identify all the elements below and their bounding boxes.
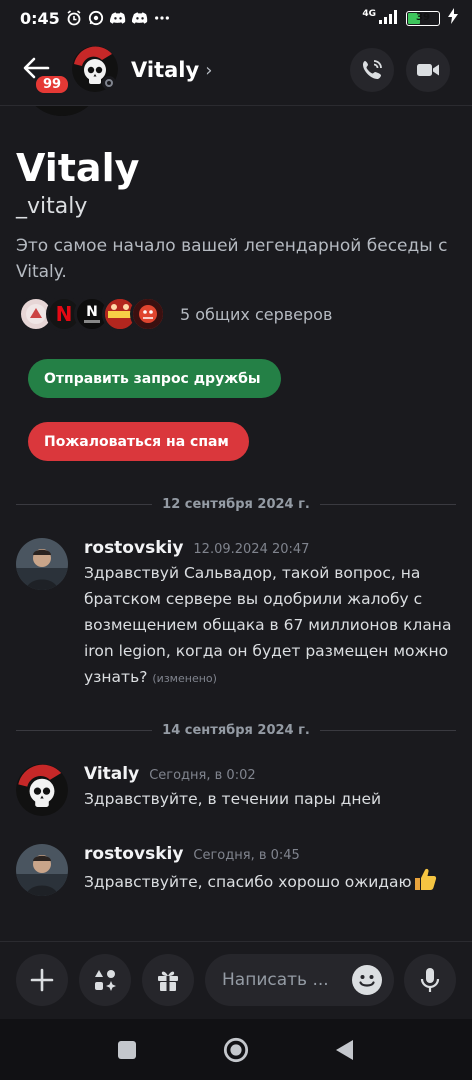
message-text: Здравствуй Сальвадор, такой вопрос, на б… xyxy=(84,560,456,692)
message-input[interactable]: Написать ... xyxy=(205,954,394,1006)
apps-button[interactable] xyxy=(79,954,131,1006)
discord-icon xyxy=(109,10,126,26)
date-divider-text: 12 сентября 2024 г. xyxy=(162,496,310,512)
emoji-icon xyxy=(353,966,381,994)
message-author[interactable]: Vitaly xyxy=(84,764,139,784)
date-divider: 12 сентября 2024 г. xyxy=(16,494,457,514)
status-bar: 0:45 4G 39 xyxy=(0,0,472,36)
message-list[interactable]: Vitaly _vitaly Это самое начало вашей ле… xyxy=(0,106,472,941)
voice-call-icon xyxy=(363,60,382,79)
message-text-content: Здравствуй Сальвадор, такой вопрос, на б… xyxy=(84,564,452,686)
battery-indicator: 39 xyxy=(406,10,440,26)
mutual-servers[interactable]: N N 5 общих серверов xyxy=(18,296,332,332)
battery-level: 39 xyxy=(416,11,430,23)
home-button[interactable] xyxy=(223,1037,249,1063)
thumbs-up-icon xyxy=(412,866,436,890)
whatsapp-icon xyxy=(88,10,104,26)
profile-username: _vitaly xyxy=(16,194,88,219)
profile-display-name: Vitaly xyxy=(16,146,140,190)
status-time: 0:45 xyxy=(20,8,60,28)
message-content: rostovskiy Сегодня, в 0:45 Здравствуйте,… xyxy=(84,844,456,895)
user-photo-avatar-icon xyxy=(16,844,68,896)
header-title[interactable]: Vitaly › xyxy=(131,58,212,82)
recents-square-icon xyxy=(118,1041,136,1059)
apps-icon xyxy=(95,970,116,991)
date-divider-text: 14 сентября 2024 г. xyxy=(162,722,310,738)
message-text: Здравствуйте, спасибо хорошо ожидаю xyxy=(84,866,456,895)
gift-icon xyxy=(158,971,178,991)
status-indicator xyxy=(102,76,116,90)
more-dots-icon xyxy=(154,10,170,26)
user-photo-avatar-icon xyxy=(16,538,68,590)
message-content: rostovskiy 12.09.2024 20:47 Здравствуй С… xyxy=(84,538,456,692)
message-timestamp: 12.09.2024 20:47 xyxy=(193,542,310,557)
report-spam-button[interactable]: Пожаловаться на спам xyxy=(28,422,249,461)
notification-icons xyxy=(66,10,170,26)
message-author[interactable]: rostovskiy xyxy=(84,844,183,864)
message-text: Здравствуйте, в течении пары дней xyxy=(84,790,382,808)
emoji-button[interactable] xyxy=(352,965,382,995)
plus-icon xyxy=(30,968,54,992)
gift-button[interactable] xyxy=(142,954,194,1006)
mutual-servers-label: 5 общих серверов xyxy=(180,304,333,324)
message-timestamp: Сегодня, в 0:45 xyxy=(193,848,300,863)
alarm-icon xyxy=(66,10,82,26)
message-composer: Написать ... xyxy=(0,941,472,1019)
charging-icon xyxy=(448,8,458,28)
message-content: Vitaly Сегодня, в 0:02 Здравствуйте, в т… xyxy=(84,764,456,812)
date-divider: 14 сентября 2024 г. xyxy=(16,720,457,740)
back-nav-button[interactable] xyxy=(331,1037,357,1063)
profile-avatar xyxy=(22,106,102,116)
back-triangle-icon xyxy=(336,1040,353,1060)
signal-icon xyxy=(378,9,398,28)
system-indicators: 4G 39 xyxy=(362,8,458,28)
svg-text:N: N xyxy=(86,304,98,320)
voice-message-button[interactable] xyxy=(404,954,456,1006)
chevron-right-icon: › xyxy=(205,59,213,81)
chat-header: 99 Vitaly › xyxy=(0,36,472,106)
message-input-placeholder: Написать ... xyxy=(222,970,329,990)
avatar[interactable] xyxy=(16,764,68,816)
server-icon[interactable] xyxy=(130,296,166,332)
message-timestamp: Сегодня, в 0:02 xyxy=(149,768,256,783)
message-author[interactable]: rostovskiy xyxy=(84,538,183,558)
microphone-icon xyxy=(420,968,440,992)
video-camera-icon xyxy=(417,64,439,76)
home-circle-icon xyxy=(223,1037,249,1063)
skull-avatar-icon xyxy=(16,764,68,816)
header-title-text: Vitaly xyxy=(131,58,200,82)
discord-icon xyxy=(131,10,148,26)
unread-badge: 99 xyxy=(34,74,71,95)
recents-button[interactable] xyxy=(114,1037,140,1063)
skull-avatar-icon xyxy=(35,106,89,116)
video-call-button[interactable] xyxy=(406,48,450,92)
send-friend-request-button[interactable]: Отправить запрос дружбы xyxy=(28,359,281,398)
attach-button[interactable] xyxy=(16,954,68,1006)
edited-label: (изменено) xyxy=(152,672,217,685)
avatar[interactable] xyxy=(16,844,68,896)
voice-call-button[interactable] xyxy=(350,48,394,92)
network-label: 4G xyxy=(362,9,376,19)
message-text-content: Здравствуйте, спасибо хорошо ожидаю xyxy=(84,873,412,891)
avatar[interactable] xyxy=(16,538,68,590)
conversation-intro: Это самое начало вашей легендарной бесед… xyxy=(16,236,448,282)
android-navigation-bar xyxy=(0,1019,472,1080)
